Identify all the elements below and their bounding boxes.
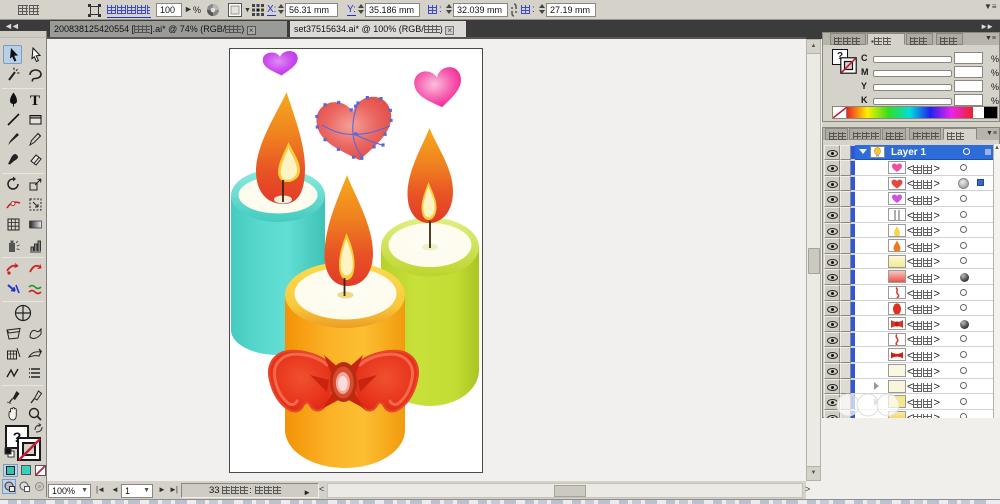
svg-text:T: T <box>30 93 40 109</box>
